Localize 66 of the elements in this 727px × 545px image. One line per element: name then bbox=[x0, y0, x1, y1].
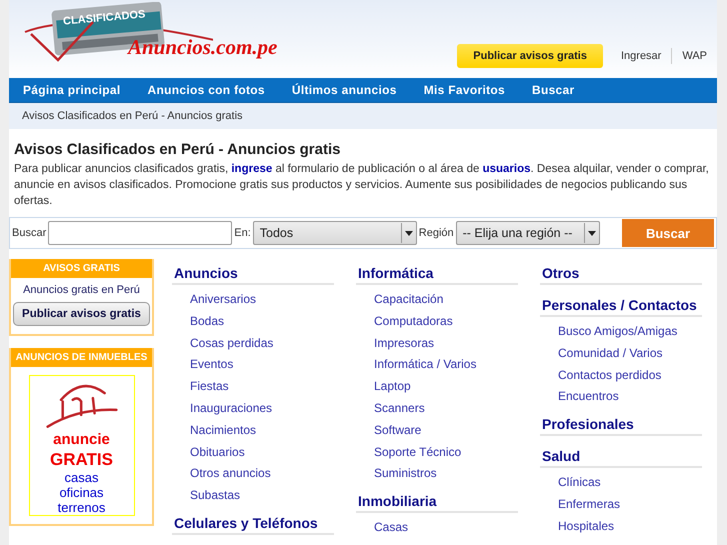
category-heading[interactable]: Inmobiliaria bbox=[356, 487, 518, 514]
search-label: Buscar bbox=[12, 227, 46, 239]
panel-header: AVISOS GRATIS bbox=[11, 259, 152, 278]
banner-text: casas bbox=[64, 470, 98, 485]
category-link[interactable]: Capacitación bbox=[356, 289, 518, 311]
dropdown-icon bbox=[584, 223, 599, 243]
category-link[interactable]: Computadoras bbox=[356, 310, 518, 333]
category-link[interactable]: Contactos perdidos bbox=[540, 364, 702, 386]
category-heading[interactable]: Otros bbox=[540, 259, 702, 285]
category-heading[interactable]: Salud bbox=[540, 442, 702, 468]
category-link[interactable]: Software bbox=[356, 420, 518, 442]
category-heading[interactable]: Profesionales bbox=[540, 410, 702, 436]
panel-text: Anuncios gratis en Perú bbox=[23, 284, 140, 296]
category-link[interactable]: Soporte Técnico bbox=[356, 442, 518, 464]
publish-button[interactable]: Publicar avisos gratis bbox=[13, 302, 150, 326]
search-field[interactable] bbox=[48, 221, 232, 245]
region-select[interactable]: -- Elija una región -- bbox=[456, 221, 600, 245]
category-link[interactable]: Obituarios bbox=[172, 442, 334, 464]
category-link[interactable]: Casas bbox=[356, 517, 518, 539]
banner-text: anuncie bbox=[53, 430, 110, 450]
category-link[interactable]: Eventos bbox=[172, 354, 334, 376]
category-link[interactable]: Nacimientos bbox=[172, 420, 334, 442]
category-link[interactable]: Cosas perdidas bbox=[172, 332, 334, 354]
ad-banner[interactable]: anuncie GRATIS casas oficinas terrenos bbox=[28, 375, 134, 516]
nav-link[interactable]: Buscar bbox=[522, 83, 584, 97]
category-link[interactable]: Suministros bbox=[356, 463, 518, 486]
banner-text: GRATIS bbox=[50, 450, 113, 470]
publish-button[interactable]: Publicar avisos gratis bbox=[457, 44, 603, 68]
category-link[interactable]: Fiestas bbox=[172, 376, 334, 398]
category-label: En: bbox=[234, 227, 251, 239]
category-link[interactable]: Subastas bbox=[172, 485, 334, 507]
category-link[interactable]: Hospitales bbox=[540, 516, 702, 538]
category-link[interactable]: Busco Amigos/Amigas bbox=[540, 321, 702, 343]
nav-link[interactable]: Página principal bbox=[13, 83, 130, 97]
category-link[interactable]: Bodas bbox=[172, 310, 334, 333]
header-link[interactable]: WAP bbox=[672, 50, 717, 62]
category-link[interactable]: Impresoras bbox=[356, 332, 518, 354]
banner-text: terrenos bbox=[58, 500, 106, 515]
category-link[interactable]: Clínicas bbox=[540, 472, 702, 494]
category-link[interactable]: Enfermeras bbox=[540, 494, 702, 516]
header-link[interactable]: Ingresar bbox=[610, 50, 672, 62]
intro-paragraph: Para publicar anuncios clasificados gratis, ingrese al formulario de publicación o al área de usuarios. Desea alquilar, vender o comprar, anuncie en avisos clasificados. Promocione gratis sus productos y servicios. Aumente sus posibilidades de negocios publicando sus ofertas. bbox=[14, 162, 710, 209]
category-link[interactable]: Informática / Varios bbox=[356, 354, 518, 376]
dropdown-icon bbox=[400, 223, 416, 243]
logo-badge-text: CLASIFICADOS bbox=[62, 8, 146, 28]
category-link[interactable]: Comunidad / Varios bbox=[540, 342, 702, 365]
banner-text: oficinas bbox=[59, 485, 104, 500]
nav-link[interactable]: Últimos anuncios bbox=[282, 83, 407, 97]
category-link[interactable]: Scanners bbox=[356, 398, 518, 420]
nav-link[interactable]: Anuncios con fotos bbox=[138, 83, 275, 97]
site-logo[interactable]: Anuncios.com.pe bbox=[128, 35, 278, 60]
category-heading[interactable]: Personales / Contactos bbox=[540, 291, 702, 317]
category-link[interactable]: Laptop bbox=[356, 376, 518, 398]
category-heading[interactable]: Anuncios bbox=[172, 259, 334, 285]
category-link[interactable]: Otros anuncios bbox=[172, 463, 334, 486]
category-link[interactable]: Inauguraciones bbox=[172, 398, 334, 420]
category-link[interactable]: Encuentros bbox=[540, 386, 702, 408]
category-heading[interactable]: Celulares y Teléfonos bbox=[172, 508, 334, 535]
breadcrumb: Avisos Clasificados en Perú - Anuncios gratis bbox=[22, 110, 243, 122]
page-title: Avisos Clasificados en Perú - Anuncios gratis bbox=[14, 141, 342, 158]
region-label: Región bbox=[418, 227, 454, 239]
category-heading[interactable]: Informática bbox=[356, 259, 518, 285]
category-link[interactable]: Aniversarios bbox=[172, 289, 334, 311]
category-select[interactable]: Todos bbox=[252, 221, 417, 245]
nav-link[interactable]: Mis Favoritos bbox=[414, 83, 515, 97]
panel-header: ANUNCIOS DE INMUEBLES bbox=[11, 348, 152, 367]
